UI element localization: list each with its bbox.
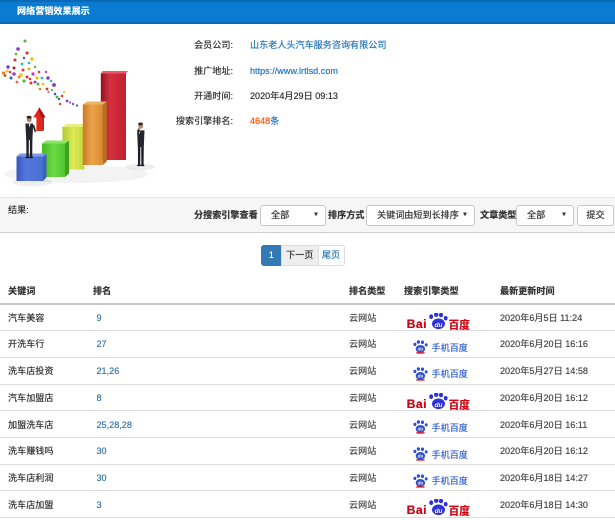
svg-text:Bai: Bai	[407, 317, 427, 331]
svg-text:百度: 百度	[449, 317, 471, 332]
svg-text:du: du	[435, 401, 443, 408]
svg-text:du: du	[418, 374, 424, 379]
svg-text:百度: 百度	[449, 504, 471, 519]
svg-text:du: du	[418, 454, 424, 459]
svg-text:du: du	[435, 508, 443, 515]
svg-text:du: du	[418, 480, 424, 485]
svg-text:Bai: Bai	[407, 503, 427, 517]
svg-text:du: du	[418, 427, 424, 432]
svg-text:Bai: Bai	[407, 397, 427, 411]
svg-text:百度: 百度	[449, 397, 471, 412]
svg-text:du: du	[435, 321, 443, 328]
svg-text:du: du	[418, 347, 424, 352]
